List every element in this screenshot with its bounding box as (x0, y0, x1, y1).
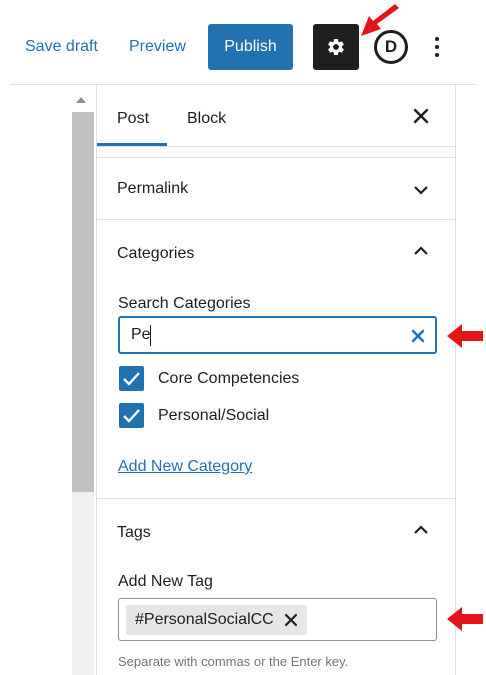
categories-toggle[interactable]: Categories (117, 245, 194, 263)
tag-chip: #PersonalSocialCC (126, 605, 307, 635)
annotation-arrow-icon (447, 324, 483, 348)
tag-help-text: Separate with commas or the Enter key. (118, 654, 349, 669)
search-input-value: Pe (131, 326, 151, 343)
annotation-arrow-icon (361, 4, 399, 36)
chevron-down-icon[interactable] (412, 184, 430, 196)
gear-icon (328, 38, 344, 56)
add-new-category-link[interactable]: Add New Category (118, 458, 252, 476)
publish-button[interactable]: Publish (208, 24, 293, 70)
checkmark-icon (123, 409, 140, 423)
checkbox-personal-social[interactable] (119, 403, 144, 428)
search-categories-label: Search Categories (118, 295, 251, 312)
checkmark-icon (123, 372, 140, 386)
tab-post[interactable]: Post (117, 110, 149, 128)
tag-input[interactable]: #PersonalSocialCC (118, 598, 437, 641)
add-new-tag-label: Add New Tag (118, 573, 213, 590)
ellipsis-dot (435, 45, 439, 49)
scroll-up-arrow-icon[interactable] (76, 97, 86, 103)
text-caret (150, 325, 151, 346)
section-divider (97, 157, 455, 158)
tags-toggle[interactable]: Tags (117, 524, 151, 542)
search-categories-input[interactable]: Pe (118, 316, 437, 354)
tag-chip-label: #PersonalSocialCC (135, 611, 274, 628)
checkbox-core-competencies[interactable] (119, 366, 144, 391)
category-label-core-competencies[interactable]: Core Competencies (158, 370, 299, 388)
settings-button[interactable] (313, 24, 359, 70)
active-tab-indicator (97, 143, 167, 146)
section-divider (97, 498, 455, 499)
permalink-toggle[interactable]: Permalink (117, 180, 188, 198)
sidebar-tabs: Post Block (97, 85, 455, 147)
editor-toolbar: Save draft Preview Publish D (0, 0, 486, 84)
category-label-personal-social[interactable]: Personal/Social (158, 407, 269, 425)
close-icon[interactable] (410, 105, 432, 127)
tab-block[interactable]: Block (187, 110, 226, 128)
section-divider (97, 219, 455, 220)
save-draft-button[interactable]: Save draft (25, 38, 98, 56)
more-options-button[interactable] (425, 30, 449, 64)
annotation-arrow-icon (447, 607, 483, 631)
chevron-up-icon[interactable] (412, 524, 430, 536)
scrollbar-track[interactable] (72, 492, 94, 675)
clear-search-icon[interactable] (410, 328, 426, 344)
settings-sidebar: Post Block Permalink Categories Search C… (96, 85, 456, 675)
ellipsis-dot (435, 53, 439, 57)
preview-button[interactable]: Preview (129, 38, 186, 56)
remove-tag-icon[interactable] (284, 613, 298, 627)
chevron-up-icon[interactable] (412, 245, 430, 257)
vertical-ellipsis-icon (435, 37, 439, 41)
scrollbar-thumb[interactable] (72, 112, 94, 492)
